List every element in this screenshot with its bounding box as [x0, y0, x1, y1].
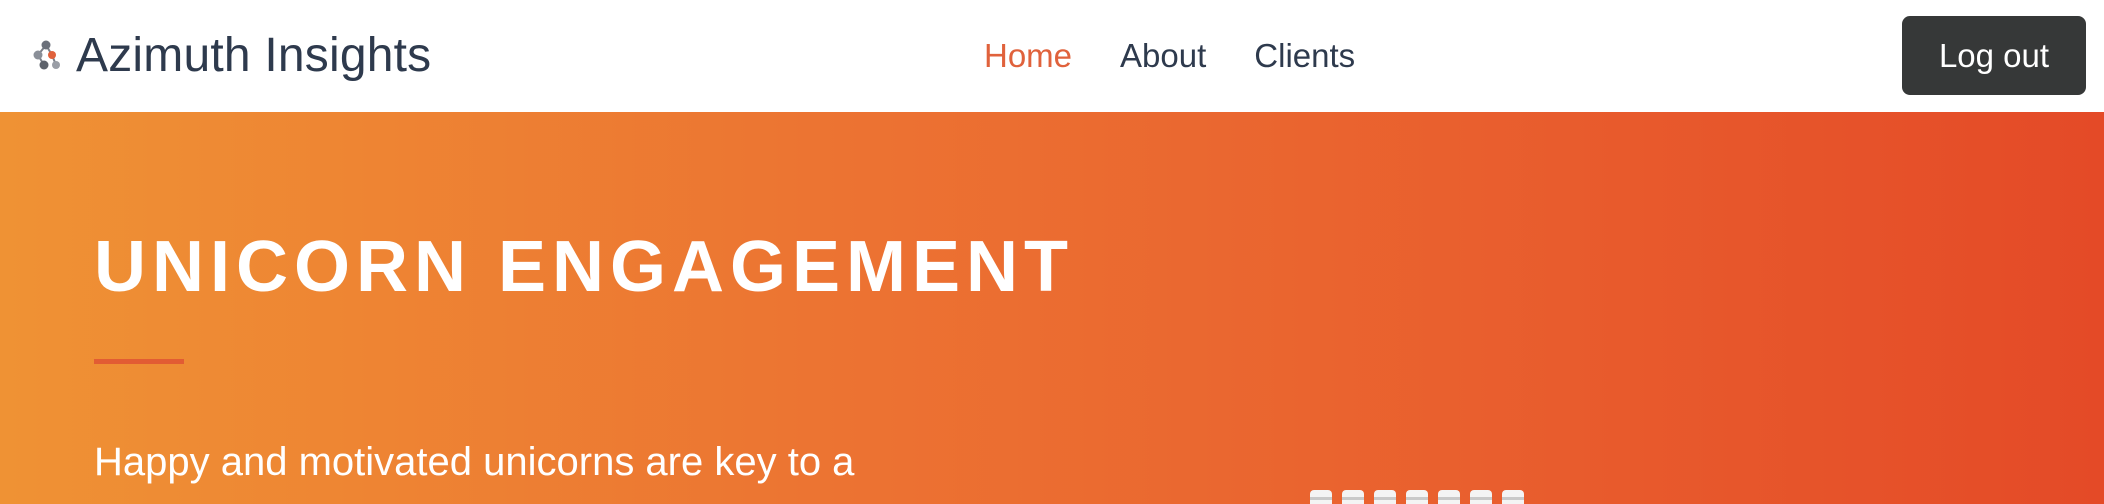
hero-banner: UNICORN ENGAGEMENT Happy and motivated u…: [0, 112, 2104, 504]
main-nav: Home About Clients: [984, 30, 1403, 82]
nav-home[interactable]: Home: [984, 37, 1072, 75]
brand[interactable]: Azimuth Insights: [28, 22, 431, 88]
hero-divider: [94, 359, 184, 364]
illustration-blocks: [1310, 490, 1524, 504]
page: Azimuth Insights Home About Clients Log …: [0, 0, 2104, 504]
hero-text: Happy and motivated unicorns are key to …: [94, 440, 855, 484]
top-navbar: Azimuth Insights Home About Clients Log …: [0, 0, 2104, 112]
hero-illustration: [1310, 490, 1524, 504]
logout-button[interactable]: Log out: [1902, 16, 2086, 95]
nav-clients[interactable]: Clients: [1254, 37, 1355, 75]
hero-title: UNICORN ENGAGEMENT: [94, 227, 1075, 307]
brand-name: Azimuth Insights: [76, 28, 432, 82]
nav-about[interactable]: About: [1120, 37, 1206, 75]
molecule-icon: [33, 40, 60, 70]
